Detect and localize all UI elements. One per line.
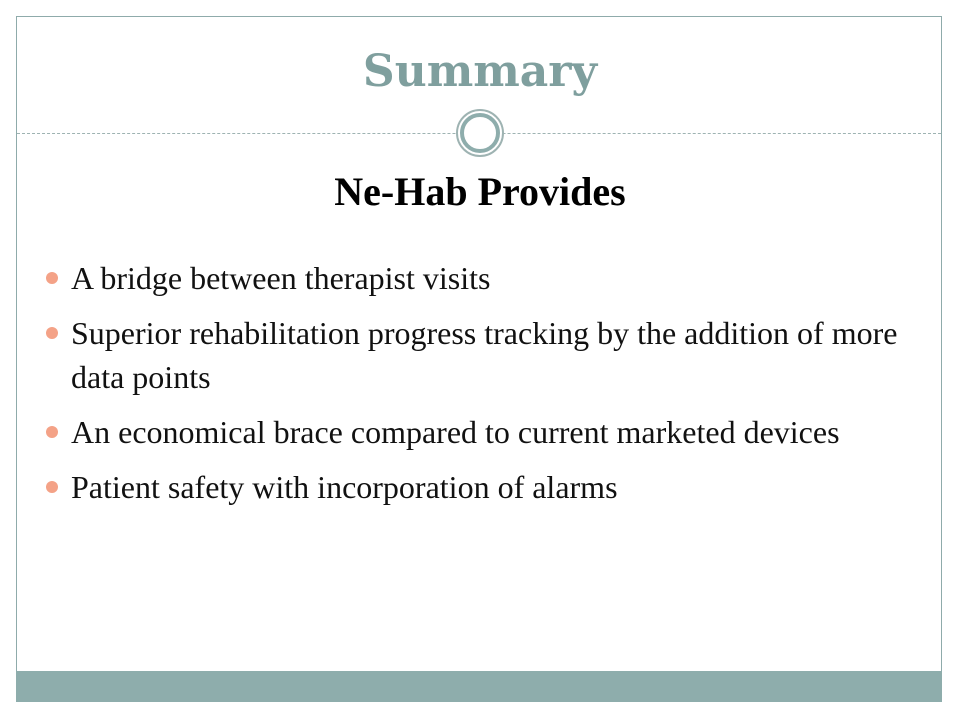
bullet-text: Superior rehabilitation progress trackin… (71, 315, 898, 395)
bullet-text: A bridge between therapist visits (71, 260, 491, 296)
ring-ornament-icon (456, 109, 504, 157)
slide: Summary Ne-Hab Provides A bridge between… (0, 0, 960, 720)
bullet-dot-icon (46, 272, 58, 284)
bullet-text: Patient safety with incorporation of ala… (71, 469, 618, 505)
bullet-item: An economical brace compared to current … (44, 410, 914, 454)
bullet-list: A bridge between therapist visits Superi… (44, 256, 914, 520)
bullet-dot-icon (46, 327, 58, 339)
bullet-item: A bridge between therapist visits (44, 256, 914, 300)
bullet-dot-icon (46, 481, 58, 493)
slide-subtitle: Ne-Hab Provides (334, 169, 626, 214)
bullet-item: Superior rehabilitation progress trackin… (44, 311, 914, 399)
bullet-dot-icon (46, 426, 58, 438)
footer-accent-bar (16, 671, 942, 702)
bullet-text: An economical brace compared to current … (71, 414, 840, 450)
slide-title: Summary (362, 46, 598, 97)
bullet-item: Patient safety with incorporation of ala… (44, 465, 914, 509)
